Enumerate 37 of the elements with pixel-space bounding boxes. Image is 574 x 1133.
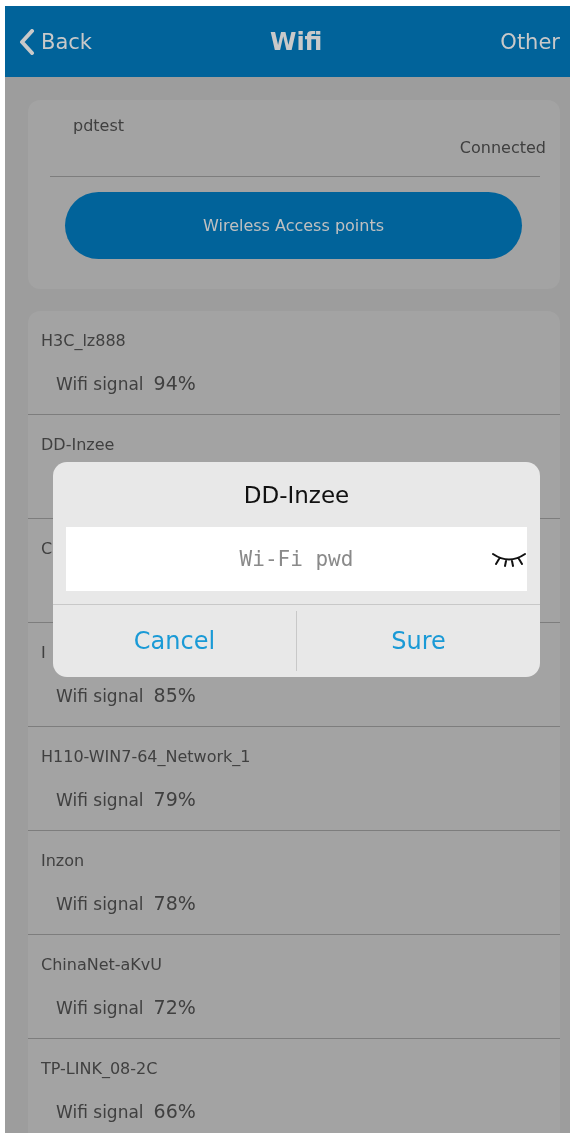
signal-value: 66% <box>153 1100 196 1122</box>
signal-label: Wifi signal <box>56 374 144 394</box>
signal-label: Wifi signal <box>56 686 144 706</box>
dialog-button[interactable]: Sure <box>296 611 540 671</box>
network-name: TP-LINK_08-2C <box>41 1059 158 1078</box>
network-item[interactable]: H110-WIN7-64_Network_1 Wifi signal 79% <box>28 727 560 831</box>
dialog-button[interactable]: Cancel <box>53 611 296 671</box>
other-button[interactable]: Other <box>500 29 560 54</box>
back-chevron-icon <box>19 28 35 55</box>
signal-label: Wifi signal <box>56 998 144 1018</box>
signal-label: Wifi signal <box>56 894 144 914</box>
back-button[interactable]: Back <box>19 28 92 55</box>
network-item[interactable]: TP-LINK_08-2C Wifi signal 66% <box>28 1039 560 1133</box>
network-name: I <box>41 643 46 662</box>
network-item[interactable]: Inzon Wifi signal 78% <box>28 831 560 935</box>
network-name: Inzon <box>41 851 85 870</box>
network-name: H3C_lz888 <box>41 331 126 350</box>
signal-value: 72% <box>153 996 196 1018</box>
signal-value: 78% <box>153 892 196 914</box>
network-name: pdtest <box>73 116 125 137</box>
access-points-button[interactable]: Wireless Access points <box>65 192 522 259</box>
signal-label: Wifi signal <box>56 1102 144 1122</box>
network-item[interactable]: H3C_lz888 Wifi signal 94% <box>28 311 560 415</box>
signal-value: 85% <box>153 684 196 706</box>
password-field[interactable]: Wi-Fi pwd <box>66 527 527 591</box>
connection-status: Connected <box>459 138 546 157</box>
signal-value: 94% <box>153 372 196 394</box>
signal-value: 79% <box>153 788 196 810</box>
closed-eye-icon[interactable] <box>491 551 527 567</box>
network-name: H110-WIN7-64_Network_1 <box>41 747 251 766</box>
network-name: ChinaNet-aKvU <box>41 955 163 974</box>
network-item[interactable]: ChinaNet-aKvU Wifi signal 72% <box>28 935 560 1039</box>
signal-label: Wifi signal <box>56 790 144 810</box>
dialog-title: DD-Inzee <box>242 482 351 510</box>
page-title: Wifi <box>269 27 323 56</box>
network-name: DD-Inzee <box>41 435 115 454</box>
network-name: C <box>41 539 53 558</box>
